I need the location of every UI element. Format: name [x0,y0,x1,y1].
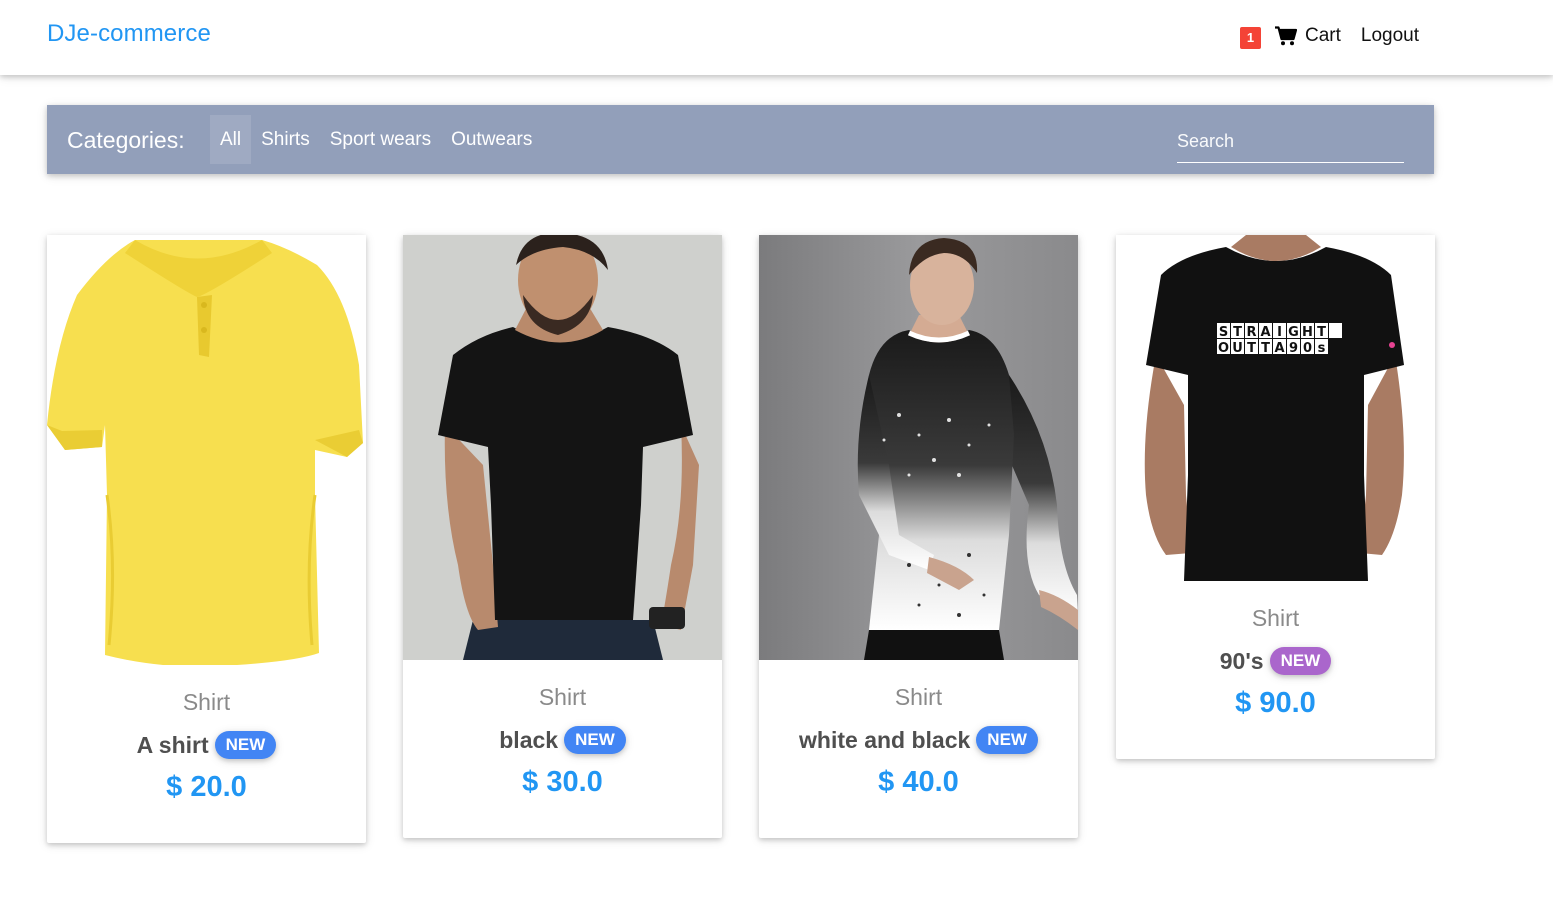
category-shirts[interactable]: Shirts [251,115,320,164]
product-category: Shirt [182,689,231,715]
product-price: $ 90.0 [1235,687,1316,719]
cart-count-badge: 1 [1240,27,1261,49]
logout-link[interactable]: Logout [1361,25,1419,47]
svg-text:T: T [1233,325,1242,340]
svg-text:A: A [1274,341,1284,356]
product-price: $ 20.0 [166,771,247,803]
product-title[interactable]: 90's [1220,648,1264,675]
svg-text:0: 0 [1303,341,1312,356]
shopping-cart-icon [1275,26,1297,46]
product-category: Shirt [538,684,587,710]
product-price: $ 40.0 [878,766,959,798]
nav-right: 1 Cart Logout [1240,22,1419,50]
product-title[interactable]: black [499,727,558,754]
svg-text:A: A [1260,325,1270,340]
svg-text:G: G [1288,325,1299,340]
category-all[interactable]: All [210,115,252,164]
product-image[interactable] [403,235,722,660]
cart-label: Cart [1305,25,1341,46]
product-image[interactable]: STR AIG HT OUT TA9 0s [1116,235,1435,581]
product-image[interactable] [759,235,1078,660]
category-outwears[interactable]: Outwears [441,115,542,164]
product-card[interactable]: Shirt white and black NEW $ 40.0 [759,235,1078,838]
product-image[interactable] [47,235,366,665]
category-sport-wears[interactable]: Sport wears [320,115,441,164]
new-badge: NEW [564,726,626,754]
svg-text:T: T [1247,341,1256,356]
new-badge: NEW [214,731,277,759]
svg-text:O: O [1218,341,1229,356]
new-badge: NEW [1269,647,1332,675]
svg-text:s: s [1318,341,1326,356]
shirt-print: STR AIG HT OUT TA9 0s [1217,323,1342,356]
new-badge: NEW [976,726,1038,754]
svg-text:I: I [1277,325,1282,340]
svg-text:R: R [1246,325,1256,340]
product-price: $ 30.0 [522,766,603,798]
category-bar: Categories: All Shirts Sport wears Outwe… [47,105,1434,174]
svg-text:T: T [1317,325,1326,340]
svg-text:U: U [1232,341,1243,356]
categories-title: Categories: [67,127,185,153]
brand-link[interactable]: DJe-commerce [47,20,211,48]
cart-link[interactable]: Cart [1275,25,1341,47]
product-category: Shirt [894,684,943,710]
svg-text:T: T [1261,341,1270,356]
navbar: DJe-commerce 1 Cart Logout [0,0,1553,75]
product-card[interactable]: STR AIG HT OUT TA9 0s Shirt 90's NEW $ 9… [1116,235,1435,759]
product-category: Shirt [1251,605,1300,631]
product-title[interactable]: A shirt [137,732,209,759]
product-card[interactable]: Shirt black NEW $ 30.0 [403,235,722,838]
svg-text:S: S [1219,325,1228,340]
product-title[interactable]: white and black [799,727,970,754]
product-card[interactable]: Shirt A shirt NEW $ 20.0 [47,235,366,843]
category-list: All Shirts Sport wears Outwears [210,115,542,164]
search-input[interactable] [1177,121,1404,163]
svg-text:H: H [1302,325,1313,340]
svg-text:9: 9 [1289,341,1298,356]
